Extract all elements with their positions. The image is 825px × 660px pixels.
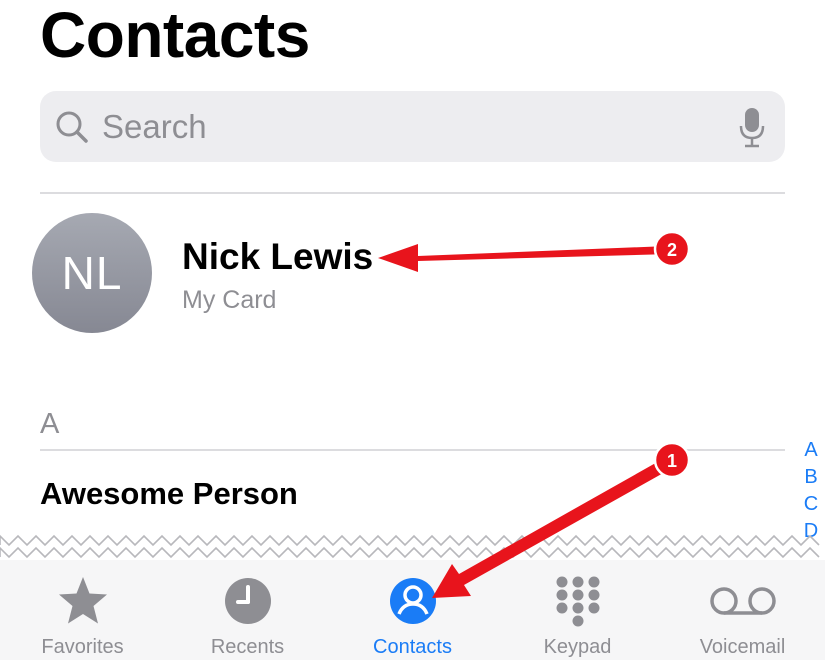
divider (40, 192, 785, 194)
divider (40, 449, 785, 451)
alphabet-index[interactable]: A B C D (801, 437, 821, 545)
tab-bar: Favorites Recents Contacts Keypad Voicem… (0, 560, 825, 660)
star-icon (58, 577, 107, 624)
microphone-icon[interactable] (737, 106, 767, 148)
annotation-arrow (378, 244, 671, 272)
tab-recents[interactable]: Recents (165, 560, 330, 660)
my-card-name[interactable]: Nick Lewis (182, 236, 373, 278)
tab-contacts[interactable]: Contacts (330, 560, 495, 660)
avatar[interactable]: NL (32, 213, 152, 333)
keypad-icon (556, 576, 599, 627)
torn-edge-divider (0, 534, 820, 559)
annotation-number: 1 (667, 451, 677, 471)
clock-icon (224, 578, 271, 624)
tab-voicemail[interactable]: Voicemail (660, 560, 825, 660)
index-letter[interactable]: B (801, 464, 821, 491)
tab-label: Recents (210, 636, 285, 658)
tab-keypad[interactable]: Keypad (495, 560, 660, 660)
tab-label: Keypad (543, 636, 612, 658)
annotation-number: 2 (667, 240, 677, 260)
search-icon (56, 111, 88, 143)
tab-label: Favorites (41, 636, 124, 658)
search-bar[interactable]: Search (40, 91, 785, 162)
search-input[interactable]: Search (102, 108, 207, 146)
my-card-label: My Card (182, 286, 277, 314)
section-header: A (40, 408, 60, 440)
tab-favorites[interactable]: Favorites (0, 560, 165, 660)
tab-label: Voicemail (699, 636, 786, 658)
index-letter[interactable]: A (801, 437, 821, 464)
page-title: Contacts (40, 0, 310, 71)
annotation-badge (653, 230, 691, 268)
person-circle-icon (389, 578, 436, 624)
voicemail-icon (709, 587, 776, 615)
tab-label: Contacts (373, 636, 452, 658)
list-item[interactable]: Awesome Person (40, 476, 298, 512)
index-letter[interactable]: C (801, 491, 821, 518)
